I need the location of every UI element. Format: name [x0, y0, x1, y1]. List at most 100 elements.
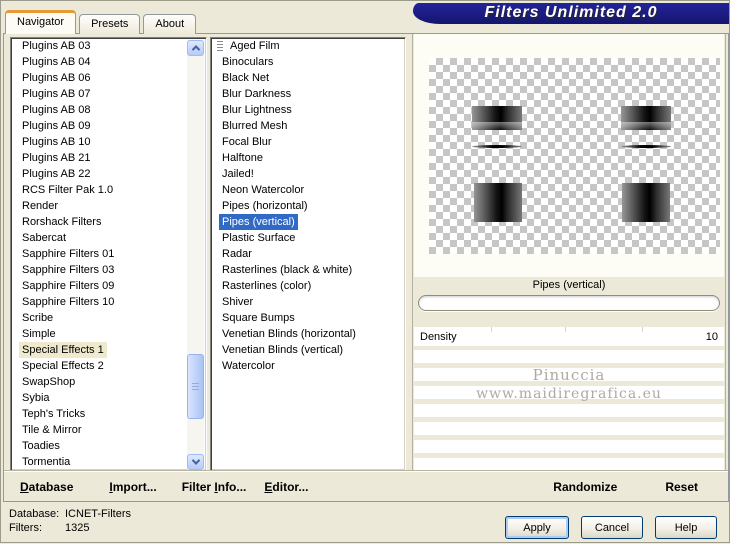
- filter-item[interactable]: Rasterlines (color): [211, 278, 405, 294]
- filter-item[interactable]: Rasterlines (black & white): [211, 262, 405, 278]
- category-item[interactable]: Simple: [11, 326, 206, 342]
- preview-image: [429, 58, 720, 254]
- category-item[interactable]: Special Effects 2: [11, 358, 206, 374]
- import-button[interactable]: Import...: [109, 480, 156, 494]
- category-item[interactable]: Plugins AB 04: [11, 54, 206, 70]
- database-button[interactable]: Database: [20, 480, 73, 494]
- category-item[interactable]: SwapShop: [11, 374, 206, 390]
- category-item-label: Sybia: [22, 392, 50, 404]
- filter-item-label: Plastic Surface: [222, 232, 296, 244]
- category-item-label: Toadies: [22, 440, 60, 452]
- filter-item[interactable]: Focal Blur: [211, 134, 405, 150]
- filter-list[interactable]: Aged Film Binoculars Black Net Blur Darknes…: [210, 37, 406, 471]
- category-item-label: Sapphire Filters 09: [22, 280, 115, 292]
- category-item[interactable]: Plugins AB 21: [11, 150, 206, 166]
- scroll-up-button[interactable]: [187, 40, 204, 56]
- filter-item[interactable]: Blur Darkness: [211, 86, 405, 102]
- help-button[interactable]: Help: [655, 516, 717, 539]
- category-item-label: Render: [22, 200, 59, 212]
- category-item[interactable]: Tormentia: [11, 454, 206, 470]
- pipe-shape: [472, 106, 522, 130]
- filter-item[interactable]: Black Net: [211, 70, 405, 86]
- category-item[interactable]: Sapphire Filters 03: [11, 262, 206, 278]
- category-item[interactable]: Toadies: [11, 438, 206, 454]
- category-item[interactable]: Plugins AB 08: [11, 102, 206, 118]
- category-item[interactable]: Special Effects 1: [11, 342, 206, 358]
- chevron-down-icon: [191, 456, 200, 465]
- filter-item-label: Shiver: [222, 296, 254, 308]
- filter-item[interactable]: Blurred Mesh: [211, 118, 405, 134]
- status-bar: Database: ICNET-Filters Filters: 1325 Ap…: [1, 504, 730, 544]
- category-item[interactable]: Teph's Tricks: [11, 406, 206, 422]
- density-label: Density: [420, 330, 457, 343]
- filter-item[interactable]: Square Bumps: [211, 310, 405, 326]
- scroll-down-button[interactable]: [187, 454, 204, 470]
- status-filters-value: 1325: [65, 522, 90, 534]
- category-item[interactable]: Plugins AB 09: [11, 118, 206, 134]
- category-item[interactable]: Plugins AB 22: [11, 166, 206, 182]
- pipe-shape: [622, 183, 670, 222]
- apply-button[interactable]: Apply: [505, 516, 569, 539]
- cancel-button[interactable]: Cancel: [581, 516, 643, 539]
- filter-item[interactable]: Pipes (horizontal): [211, 198, 405, 214]
- category-item[interactable]: Rorshack Filters: [11, 214, 206, 230]
- grip-icon: [217, 40, 223, 52]
- filter-item[interactable]: Plastic Surface: [211, 230, 405, 246]
- window-title: Filters Unlimited 2.0: [484, 3, 658, 21]
- filter-info-button[interactable]: Filter Info...: [182, 480, 247, 494]
- navigator-page: Plugins AB 03 Plugins AB 04 Plugins AB 06 P…: [3, 33, 729, 502]
- category-item[interactable]: Scribe: [11, 310, 206, 326]
- pipe-line: [472, 145, 522, 148]
- tab-navigator[interactable]: Navigator: [5, 10, 77, 34]
- chevron-up-icon: [191, 45, 200, 54]
- category-item[interactable]: Sapphire Filters 10: [11, 294, 206, 310]
- category-item-label: Plugins AB 09: [22, 120, 91, 132]
- filter-item-label: Blur Lightness: [222, 104, 292, 116]
- filter-item[interactable]: Halftone: [211, 150, 405, 166]
- filter-item[interactable]: Jailed!: [211, 166, 405, 182]
- progress-bar: [418, 295, 720, 311]
- filter-item[interactable]: Watercolor: [211, 358, 405, 374]
- filter-item-label: Rasterlines (color): [222, 280, 312, 292]
- category-item[interactable]: Plugins AB 07: [11, 86, 206, 102]
- filter-item[interactable]: Shiver: [211, 294, 405, 310]
- tab-about[interactable]: About: [143, 14, 197, 34]
- tab-presets[interactable]: Presets: [79, 14, 141, 34]
- filter-item[interactable]: Binoculars: [211, 54, 405, 70]
- filter-item[interactable]: Venetian Blinds (horizontal): [211, 326, 405, 342]
- status-database-label: Database:: [9, 508, 60, 520]
- scroll-thumb[interactable]: [187, 354, 204, 419]
- category-item[interactable]: Sapphire Filters 01: [11, 246, 206, 262]
- category-item[interactable]: Sybia: [11, 390, 206, 406]
- category-item[interactable]: RCS Filter Pak 1.0: [11, 182, 206, 198]
- category-list[interactable]: Plugins AB 03 Plugins AB 04 Plugins AB 06 P…: [10, 37, 207, 471]
- filter-item-label: Square Bumps: [222, 312, 295, 324]
- filter-item[interactable]: Blur Lightness: [211, 102, 405, 118]
- filter-item-label: Blurred Mesh: [222, 120, 288, 132]
- density-slider[interactable]: Density 10: [414, 327, 724, 346]
- category-item[interactable]: Render: [11, 198, 206, 214]
- category-item[interactable]: Plugins AB 03: [11, 38, 206, 54]
- filter-item[interactable]: Pipes (vertical): [211, 214, 405, 230]
- filter-item[interactable]: Venetian Blinds (vertical): [211, 342, 405, 358]
- filter-item-label: Venetian Blinds (horizontal): [222, 328, 356, 340]
- reset-button[interactable]: Reset: [665, 480, 698, 494]
- filter-item[interactable]: Aged Film: [211, 38, 405, 54]
- category-item[interactable]: Sabercat: [11, 230, 206, 246]
- category-item[interactable]: Plugins AB 10: [11, 134, 206, 150]
- randomize-button[interactable]: Randomize: [553, 480, 617, 494]
- filter-item[interactable]: Neon Watercolor: [211, 182, 405, 198]
- editor-button[interactable]: Editor...: [264, 480, 308, 494]
- slider-tick: [642, 327, 643, 332]
- filter-item[interactable]: Radar: [211, 246, 405, 262]
- category-item[interactable]: Sapphire Filters 09: [11, 278, 206, 294]
- category-scrollbar[interactable]: [187, 40, 204, 470]
- category-item[interactable]: Plugins AB 06: [11, 70, 206, 86]
- status-filters-label: Filters:: [9, 522, 42, 534]
- category-item[interactable]: Tile & Mirror: [11, 422, 206, 438]
- category-item-label: Sapphire Filters 01: [22, 248, 115, 260]
- title-banner: Filters Unlimited 2.0: [413, 3, 729, 24]
- filter-item-label: Pipes (horizontal): [222, 200, 308, 212]
- category-item-label: Plugins AB 21: [22, 152, 91, 164]
- filters-unlimited-dialog: Filters Unlimited 2.0 Navigator Presets …: [0, 0, 730, 543]
